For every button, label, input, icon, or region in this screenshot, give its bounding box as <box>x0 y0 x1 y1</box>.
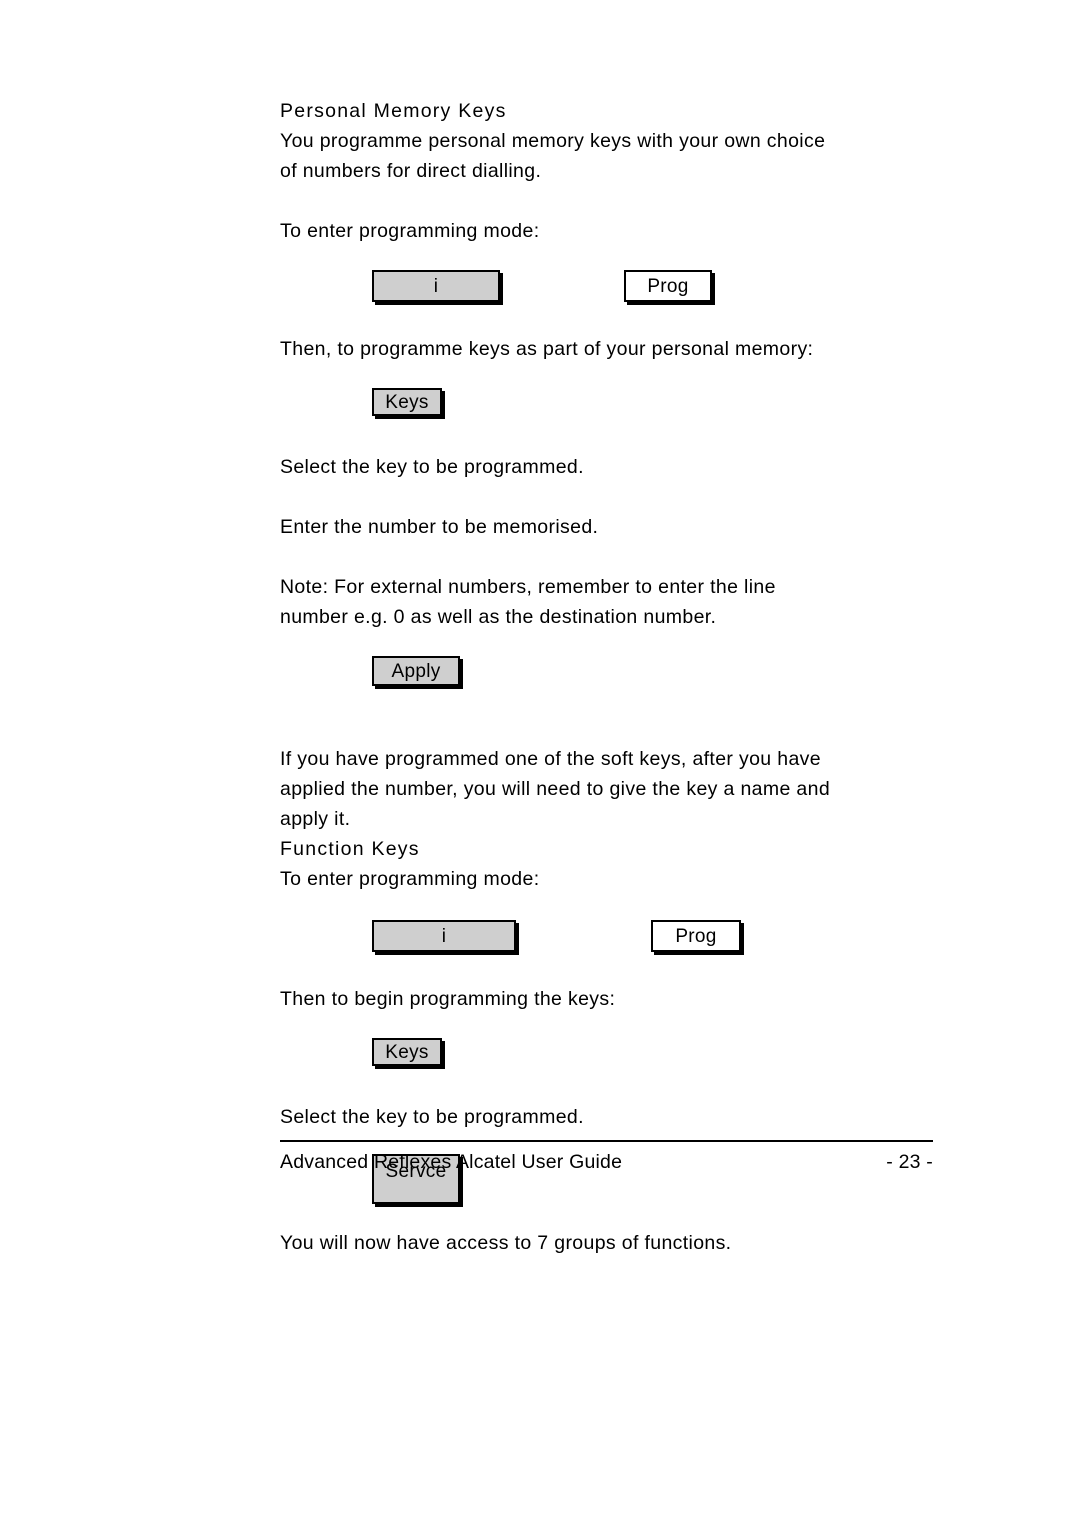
key-row-apply: Apply <box>280 656 920 692</box>
footer-bar: Advanced Reflexes Alcatel User Guide - 2… <box>280 1142 933 1174</box>
paragraph-line: Enter the number to be memorised. <box>280 516 599 538</box>
section-heading-personal-memory-keys: Personal Memory Keys <box>280 100 507 122</box>
key-button-info[interactable]: i <box>372 920 516 952</box>
paragraph-line: To enter programming mode: <box>280 868 540 890</box>
page-content: Personal Memory Keys You programme perso… <box>280 96 920 1258</box>
page-number: - 23 - <box>886 1151 933 1173</box>
document-page: Personal Memory Keys You programme perso… <box>0 0 1080 1528</box>
paragraph-line: apply it. <box>280 808 351 830</box>
paragraph-line: number e.g. 0 as well as the destination… <box>280 606 717 628</box>
paragraph-line: If you have programmed one of the soft k… <box>280 748 821 770</box>
key-button-prog[interactable]: Prog <box>624 270 712 302</box>
paragraph-line: applied the number, you will need to giv… <box>280 778 831 800</box>
paragraph-line: Select the key to be programmed. <box>280 1106 584 1128</box>
paragraph-line: Note: For external numbers, remember to … <box>280 576 776 598</box>
paragraph-line: To enter programming mode: <box>280 220 540 242</box>
page-footer: Advanced Reflexes Alcatel User Guide - 2… <box>280 1140 933 1174</box>
paragraph-line: You programme personal memory keys with … <box>280 130 826 152</box>
section-heading-function-keys: Function Keys <box>280 838 420 860</box>
paragraph-line: Select the key to be programmed. <box>280 456 584 478</box>
paragraph-line: of numbers for direct dialling. <box>280 160 542 182</box>
paragraph-line: Then to begin programming the keys: <box>280 988 616 1010</box>
key-row-keys-1: Keys <box>280 388 920 424</box>
key-row-info-prog-2: i Prog <box>280 920 920 956</box>
paragraph-line: You will now have access to 7 groups of … <box>280 1232 732 1254</box>
paragraph-line: Then, to programme keys as part of your … <box>280 338 814 360</box>
footer-title: Advanced Reflexes Alcatel User Guide <box>280 1151 623 1173</box>
key-button-prog[interactable]: Prog <box>651 920 741 952</box>
key-button-keys[interactable]: Keys <box>372 388 442 416</box>
key-row-info-prog-1: i Prog <box>280 270 920 306</box>
key-button-apply[interactable]: Apply <box>372 656 460 686</box>
key-button-info[interactable]: i <box>372 270 500 302</box>
key-button-keys[interactable]: Keys <box>372 1038 442 1066</box>
key-row-keys-2: Keys <box>280 1038 920 1074</box>
